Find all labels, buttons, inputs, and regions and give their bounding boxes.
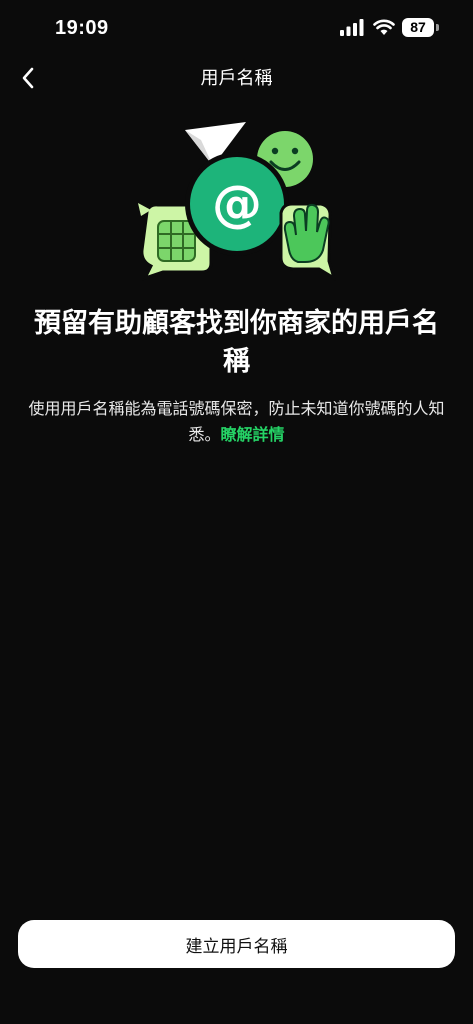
- page-title: 用戶名稱: [200, 68, 273, 89]
- battery-level: 87: [410, 19, 426, 35]
- battery-tip: [436, 24, 439, 31]
- username-illustration: @: [138, 122, 337, 282]
- wifi-icon: [373, 19, 395, 35]
- nav-bar: 用戶名稱: [0, 56, 473, 100]
- learn-more-link[interactable]: 瞭解詳情: [221, 425, 285, 444]
- description: 使用用戶名稱能為電話號碼保密，防止未知道你號碼的人知悉。瞭解詳情: [16, 396, 457, 448]
- create-username-button[interactable]: 建立用戶名稱: [18, 920, 455, 968]
- status-time: 19:09: [55, 17, 109, 39]
- waving-hand-chat-icon: [279, 202, 337, 282]
- svg-text:@: @: [212, 175, 262, 233]
- at-sign-icon: @: [185, 152, 289, 256]
- battery-icon: 87: [402, 18, 434, 37]
- signal-icon: [340, 19, 364, 36]
- status-bar: 19:09 87: [0, 0, 473, 56]
- headline: 預留有助顧客找到你商家的用戶名稱: [34, 308, 439, 377]
